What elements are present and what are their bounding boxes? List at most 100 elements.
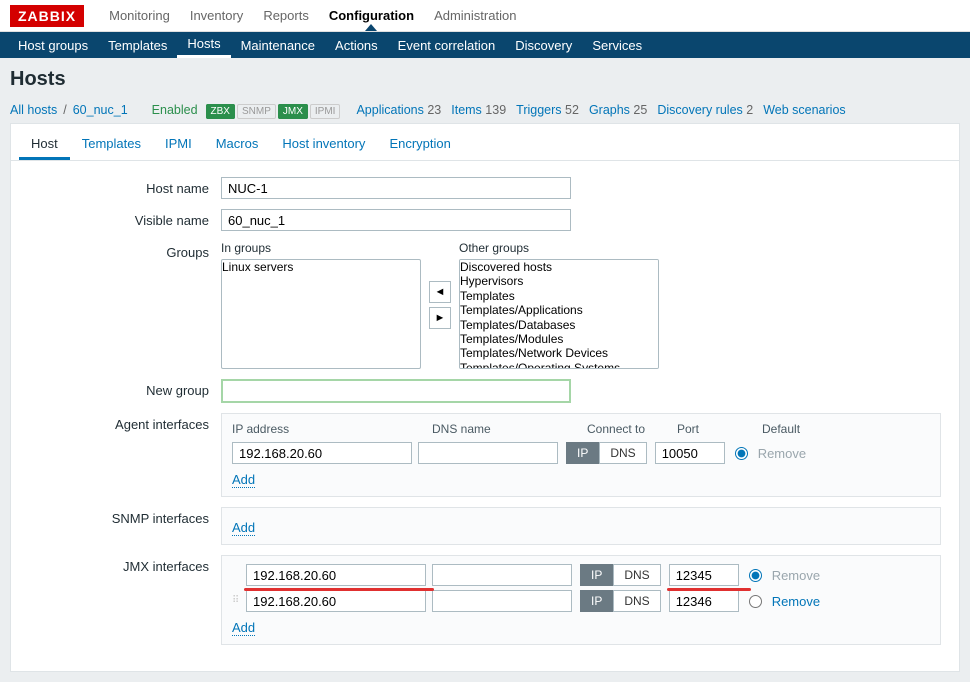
subnav-maintenance[interactable]: Maintenance — [231, 32, 325, 58]
jmx-conn-dns[interactable]: DNS — [613, 564, 660, 586]
other-group-option[interactable]: Templates/Operating Systems — [460, 361, 658, 369]
jmx-conn-ip[interactable]: IP — [580, 590, 613, 612]
jmx-dns-input[interactable] — [432, 564, 572, 586]
topnav-reports[interactable]: Reports — [253, 8, 319, 23]
agent-conn-ip[interactable]: IP — [566, 442, 599, 464]
jmx-default-radio[interactable] — [749, 569, 762, 582]
jmx-interfaces: IPDNS Remove ⠿ IPDNS Remove Add — [221, 555, 941, 645]
tab-ipmi[interactable]: IPMI — [153, 130, 204, 160]
jmx-port-input[interactable] — [669, 590, 739, 612]
status-enabled: Enabled — [152, 103, 198, 117]
subnav-host-groups[interactable]: Host groups — [8, 32, 98, 58]
lbl-in-groups: In groups — [221, 241, 421, 255]
proto-zbx: ZBX — [206, 104, 235, 119]
bc-sep: / — [63, 103, 66, 117]
lbl-agent-if: Agent interfaces — [21, 413, 221, 497]
in-groups-list[interactable]: Linux servers — [221, 259, 421, 369]
agent-default-radio[interactable] — [735, 447, 748, 460]
top-bar: ZABBIX MonitoringInventoryReportsConfigu… — [0, 0, 970, 32]
subnav-discovery[interactable]: Discovery — [505, 32, 582, 58]
agent-conn-dns[interactable]: DNS — [599, 442, 646, 464]
hdr-dns: DNS name — [432, 422, 587, 436]
snmp-interfaces: Add — [221, 507, 941, 545]
hdr-ip: IP address — [232, 422, 432, 436]
proto-ipmi: IPMI — [310, 104, 341, 119]
bc-host[interactable]: 60_nuc_1 — [73, 103, 128, 117]
move-left-button[interactable]: ◄ — [429, 281, 451, 303]
tab-templates[interactable]: Templates — [70, 130, 153, 160]
jmx-row: IPDNS Remove — [232, 564, 930, 586]
other-group-option[interactable]: Discovered hosts — [460, 260, 658, 274]
subnav-services[interactable]: Services — [582, 32, 652, 58]
logo: ZABBIX — [10, 5, 84, 27]
meta-graphs[interactable]: Graphs — [589, 103, 630, 117]
lbl-other-groups: Other groups — [459, 241, 659, 255]
bc-all-hosts[interactable]: All hosts — [10, 103, 57, 117]
other-groups-list[interactable]: Discovered hostsHypervisorsTemplatesTemp… — [459, 259, 659, 369]
jmx-connect-toggle: IPDNS — [580, 564, 661, 586]
meta-discovery-rules[interactable]: Discovery rules — [657, 103, 742, 117]
sub-nav: Host groupsTemplatesHostsMaintenanceActi… — [0, 32, 970, 58]
meta-triggers[interactable]: Triggers — [516, 103, 561, 117]
meta-applications[interactable]: Applications — [356, 103, 423, 117]
lbl-groups: Groups — [21, 241, 221, 369]
jmx-ip-input[interactable] — [246, 590, 426, 612]
move-right-button[interactable]: ► — [429, 307, 451, 329]
visible-name-input[interactable] — [221, 209, 571, 231]
host-name-input[interactable] — [221, 177, 571, 199]
jmx-default-radio[interactable] — [749, 595, 762, 608]
topnav-inventory[interactable]: Inventory — [180, 8, 253, 23]
jmx-ip-input[interactable] — [246, 564, 426, 586]
snmp-add-link[interactable]: Add — [232, 520, 255, 536]
lbl-new-group: New group — [21, 379, 221, 403]
topnav-monitoring[interactable]: Monitoring — [99, 8, 180, 23]
agent-port-input[interactable] — [655, 442, 725, 464]
agent-remove-link: Remove — [758, 446, 806, 461]
topnav-configuration[interactable]: Configuration — [319, 8, 424, 23]
agent-interfaces: IP address DNS name Connect to Port Defa… — [221, 413, 941, 497]
jmx-connect-toggle: IPDNS — [580, 590, 661, 612]
drag-handle-icon[interactable]: ⠿ — [232, 597, 246, 605]
subnav-hosts[interactable]: Hosts — [177, 32, 230, 58]
other-group-option[interactable]: Templates/Network Devices — [460, 346, 658, 360]
jmx-remove-link[interactable]: Remove — [772, 594, 820, 609]
in-group-option[interactable]: Linux servers — [222, 260, 420, 274]
other-group-option[interactable]: Templates/Databases — [460, 318, 658, 332]
proto-jmx: JMX — [278, 104, 308, 119]
other-group-option[interactable]: Templates — [460, 289, 658, 303]
lbl-jmx-if: JMX interfaces — [21, 555, 221, 645]
tab-host[interactable]: Host — [19, 130, 70, 160]
tabs: HostTemplatesIPMIMacrosHost inventoryEnc… — [11, 124, 959, 161]
lbl-snmp-if: SNMP interfaces — [21, 507, 221, 545]
jmx-remove-link: Remove — [772, 568, 820, 583]
protocol-badges: ZBXSNMPJMXIPMI — [204, 103, 341, 117]
tab-host-inventory[interactable]: Host inventory — [270, 130, 377, 160]
jmx-conn-dns[interactable]: DNS — [613, 590, 660, 612]
other-group-option[interactable]: Templates/Modules — [460, 332, 658, 346]
hdr-default: Default — [762, 422, 822, 436]
top-nav: MonitoringInventoryReportsConfigurationA… — [99, 8, 526, 23]
topnav-administration[interactable]: Administration — [424, 8, 526, 23]
jmx-dns-input[interactable] — [432, 590, 572, 612]
agent-add-link[interactable]: Add — [232, 472, 255, 488]
hdr-port: Port — [677, 422, 762, 436]
agent-ip-input[interactable] — [232, 442, 412, 464]
other-group-option[interactable]: Hypervisors — [460, 274, 658, 288]
jmx-add-link[interactable]: Add — [232, 620, 255, 636]
page-title: Hosts — [10, 68, 960, 91]
subnav-templates[interactable]: Templates — [98, 32, 177, 58]
other-group-option[interactable]: Templates/Applications — [460, 303, 658, 317]
jmx-conn-ip[interactable]: IP — [580, 564, 613, 586]
subnav-event-correlation[interactable]: Event correlation — [388, 32, 506, 58]
new-group-input[interactable] — [221, 379, 571, 403]
tab-encryption[interactable]: Encryption — [377, 130, 462, 160]
proto-snmp: SNMP — [237, 104, 276, 119]
lbl-visible-name: Visible name — [21, 209, 221, 231]
tab-macros[interactable]: Macros — [204, 130, 271, 160]
meta-web-scenarios[interactable]: Web scenarios — [763, 103, 845, 117]
meta-links: Applications 23Items 139Triggers 52Graph… — [346, 103, 845, 117]
jmx-port-input[interactable] — [669, 564, 739, 586]
subnav-actions[interactable]: Actions — [325, 32, 388, 58]
agent-dns-input[interactable] — [418, 442, 558, 464]
meta-items[interactable]: Items — [451, 103, 482, 117]
